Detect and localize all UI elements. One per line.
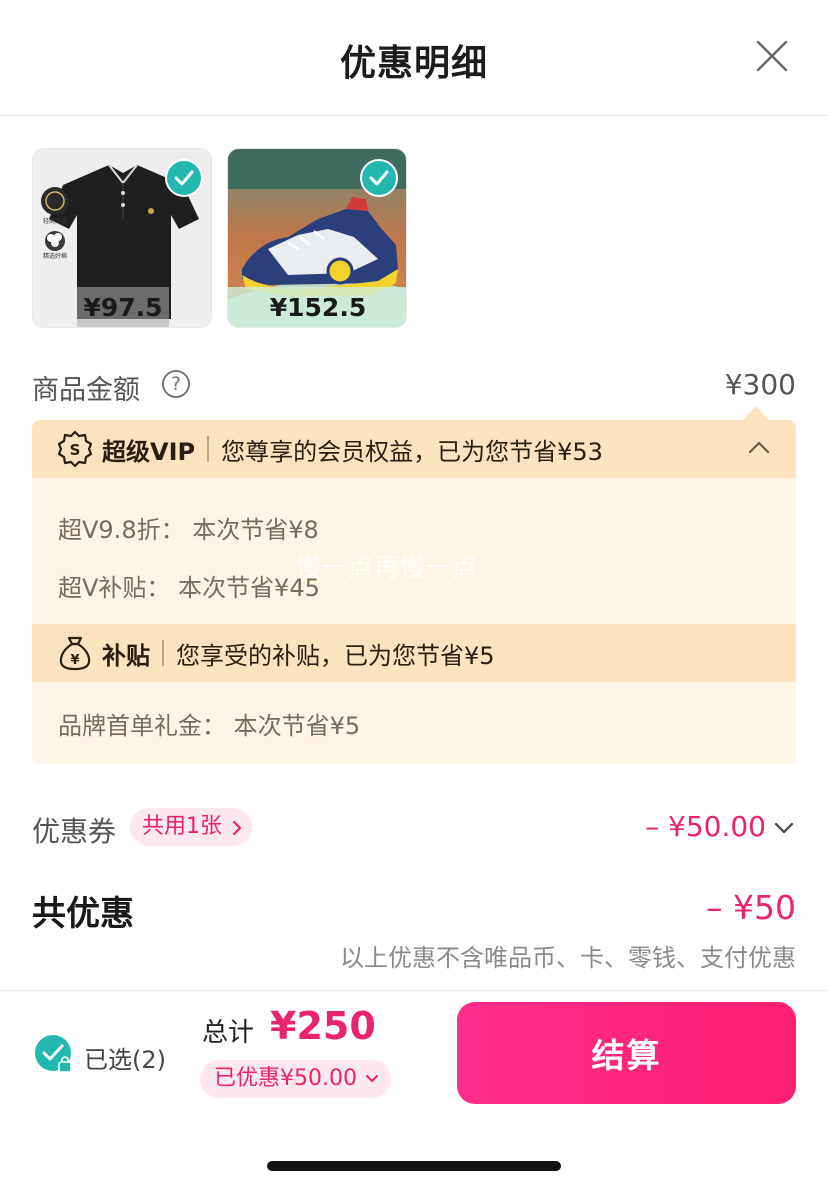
vip-discount-line: 超V9.8折： 本次节省¥8: [58, 516, 319, 544]
help-icon[interactable]: ?: [162, 370, 190, 398]
subsidy-header: ¥ 补贴 您享受的补贴，已为您节省¥5: [32, 624, 796, 682]
product-amount-row: 商品金额 ? ¥300: [32, 366, 796, 406]
brand-gift-line: 品牌首单礼金： 本次节省¥5: [58, 712, 361, 740]
checkmark-icon: [369, 170, 389, 186]
vip-subsidy-line: 超V补贴： 本次节省¥45: [58, 574, 320, 602]
vip-name: 超级VIP: [102, 437, 196, 466]
money-bag-icon: ¥: [59, 636, 91, 671]
saved-amount-chip[interactable]: 已优惠¥50.00: [200, 1060, 391, 1098]
total-discount-label: 共优惠: [32, 894, 134, 934]
svg-text:轻商务情: 轻商务情: [43, 217, 67, 225]
checkmark-icon: [174, 170, 194, 186]
product-card-sneaker[interactable]: ¥152.5: [227, 148, 407, 328]
svg-text:S: S: [70, 441, 81, 459]
chevron-up-icon[interactable]: [748, 440, 770, 454]
select-all-checkbox[interactable]: [34, 1034, 74, 1074]
svg-text:¥: ¥: [70, 653, 79, 668]
vip-header[interactable]: S 超级VIP 您尊享的会员权益，已为您节省¥53: [32, 420, 796, 478]
product-selected-check[interactable]: [360, 159, 398, 197]
product-selected-check[interactable]: [165, 159, 203, 197]
watermark-text: 慢一点再慢一点: [296, 553, 479, 582]
coupon-value: – ¥50.00: [645, 810, 766, 843]
close-button[interactable]: [752, 36, 792, 76]
vip-description: 您尊享的会员权益，已为您节省¥53: [221, 437, 603, 466]
product-amount-value: ¥300: [724, 368, 796, 401]
divider: [162, 640, 164, 666]
product-price: ¥97.5: [77, 287, 169, 327]
sheet-header: 优惠明细: [0, 0, 828, 116]
discount-breakdown: S 超级VIP 您尊享的会员权益，已为您节省¥53 超V9.8折： 本次节省¥8…: [32, 420, 796, 764]
product-card-polo[interactable]: 轻商务情 精选好棉 ¥97.5: [32, 148, 212, 328]
checkout-button[interactable]: 结算: [457, 1002, 796, 1104]
vip-badge-icon: S: [57, 430, 93, 468]
coupon-label: 优惠券: [32, 815, 117, 848]
total-price: ¥250: [270, 1004, 376, 1048]
saved-amount-label: 已优惠¥50.00: [214, 1066, 357, 1091]
coupon-row[interactable]: 优惠券 共用1张 – ¥50.00: [32, 806, 796, 850]
product-price: ¥152.5: [228, 287, 406, 327]
chevron-right-icon: [232, 820, 242, 836]
page-title: 优惠明细: [339, 43, 488, 84]
close-icon: [756, 40, 788, 72]
discount-note: 以上优惠不含唯品币、卡、零钱、支付优惠: [340, 944, 796, 972]
coupon-count-chip[interactable]: 共用1张: [130, 808, 252, 846]
chevron-down-icon: [365, 1075, 378, 1082]
product-amount-label: 商品金额: [32, 375, 140, 406]
chevron-down-icon[interactable]: [774, 822, 794, 834]
coupon-chip-label: 共用1张: [142, 814, 222, 839]
divider: [207, 436, 210, 462]
popover-caret: [742, 406, 770, 421]
subsidy-name: 补贴: [102, 641, 150, 670]
total-discount-value: – ¥50: [706, 888, 796, 927]
svg-text:精选好棉: 精选好棉: [43, 252, 67, 260]
total-label: 总计: [202, 1018, 255, 1048]
discount-detail-sheet: 优惠明细 轻商务情 精选好棉 ¥97.5 ¥152.5 商品金额 ? ¥300 …: [0, 0, 828, 1188]
subsidy-description: 您享受的补贴，已为您节省¥5: [176, 641, 495, 670]
home-indicator: [267, 1161, 561, 1171]
selected-count: 已选(2): [84, 1046, 166, 1074]
